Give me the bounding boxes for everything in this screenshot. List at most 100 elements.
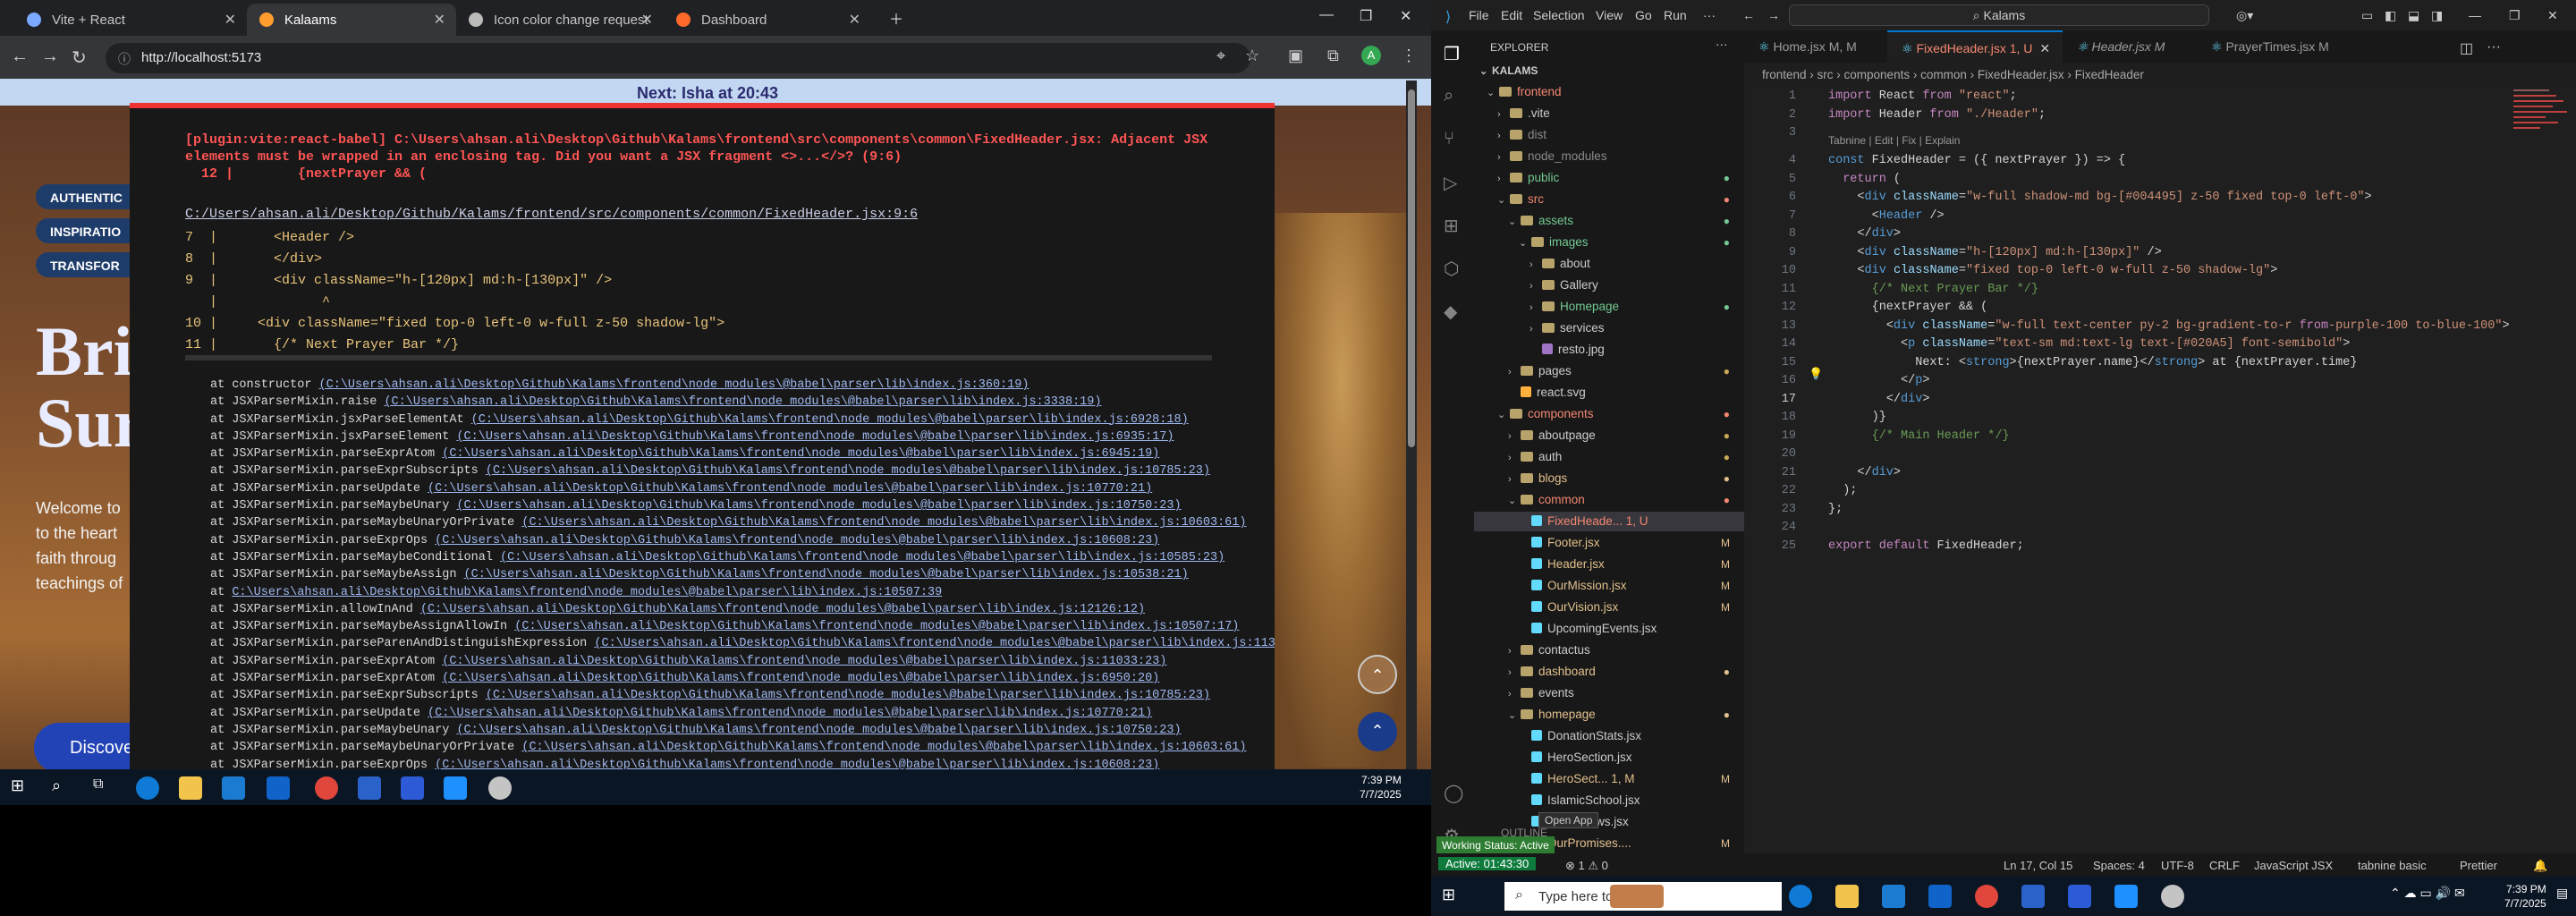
- app-icon[interactable]: [2021, 885, 2045, 908]
- stack-file-link[interactable]: (C:\Users\ahsan.ali\Desktop\Github\Kalam…: [428, 482, 1152, 496]
- tree-folder[interactable]: ⌄ common ●: [1474, 490, 1744, 510]
- run-debug-icon[interactable]: ▷: [1444, 172, 1457, 194]
- code-line[interactable]: <div className="fixed top-0 left-0 w-ful…: [1828, 264, 2277, 277]
- scrollbar-thumb[interactable]: [1408, 89, 1415, 447]
- tab-prayertimes[interactable]: ⚛ PrayerTimes.jsx M: [2197, 30, 2358, 63]
- code-line[interactable]: <div className="w-full text-center py-2 …: [1828, 319, 2510, 333]
- zoom-icon[interactable]: [401, 776, 424, 800]
- stack-file-link[interactable]: (C:\Users\ahsan.ali\Desktop\Github\Kalam…: [456, 499, 1181, 513]
- file-explorer-icon[interactable]: [1835, 885, 1859, 908]
- code-line[interactable]: {/* Main Header */}: [1828, 429, 2010, 443]
- stack-file-link[interactable]: (C:\Users\ahsan.ali\Desktop\Github\Kalam…: [456, 724, 1181, 737]
- stack-file-link[interactable]: (C:\Users\ahsan.ali\Desktop\Github\Kalam…: [521, 741, 1246, 754]
- code-line[interactable]: </p>: [1828, 374, 1929, 387]
- working-status-badge[interactable]: Working Status: Active: [1436, 836, 1555, 854]
- tree-folder[interactable]: › auth ●: [1474, 447, 1744, 467]
- tree-file[interactable]: OurVision.jsx M: [1474, 598, 1744, 617]
- active-timer[interactable]: Active: 01:43:30: [1438, 857, 1537, 870]
- toggle-panel-icon[interactable]: ⬓: [2408, 8, 2419, 23]
- location-icon[interactable]: ⌖: [1216, 47, 1225, 65]
- stack-file-link[interactable]: (C:\Users\ahsan.ali\Desktop\Github\Kalam…: [486, 689, 1210, 702]
- code-line[interactable]: {nextPrayer && (: [1828, 301, 1988, 314]
- bookmark-star-icon[interactable]: ☆: [1245, 47, 1259, 65]
- notification-center-icon[interactable]: ▤: [2556, 886, 2576, 909]
- tree-folder[interactable]: › Homepage ●: [1474, 297, 1744, 317]
- stack-file-link[interactable]: (C:\Users\ahsan.ali\Desktop\Github\Kalam…: [594, 637, 1275, 650]
- tree-folder[interactable]: ⌄ images ●: [1474, 233, 1744, 252]
- system-tray-icons[interactable]: ⌃ ☁ ▭ 🔊 ✉: [2390, 886, 2515, 909]
- tree-folder[interactable]: › dist: [1474, 125, 1744, 145]
- browser-tab-icon-color[interactable]: Icon color change request ✕: [456, 4, 664, 36]
- browser-tab-vite[interactable]: Vite + React ✕: [14, 4, 247, 36]
- tabnine-status[interactable]: tabnine basic: [2358, 859, 2427, 872]
- vscode-taskbar-icon[interactable]: [444, 776, 467, 800]
- tree-file[interactable]: Header.jsx M: [1474, 555, 1744, 574]
- stack-file-link[interactable]: (C:\Users\ahsan.ali\Desktop\Github\Kalam…: [442, 447, 1159, 461]
- menu-selection[interactable]: Selection: [1533, 8, 1585, 22]
- tree-folder[interactable]: ⌄ homepage ●: [1474, 705, 1744, 725]
- line-endings[interactable]: CRLF: [2209, 859, 2240, 872]
- error-file-link[interactable]: C:/Users/ahsan.ali/Desktop/Github/Kalams…: [185, 207, 918, 222]
- news-widget-icon[interactable]: [1610, 885, 1664, 908]
- tab-fixedheader[interactable]: ⚛ FixedHeader.jsx 1, U ✕: [1887, 30, 2063, 63]
- chrome-icon[interactable]: [315, 776, 338, 800]
- tree-file[interactable]: HeroSection.jsx: [1474, 748, 1744, 768]
- tree-folder[interactable]: › events: [1474, 683, 1744, 703]
- stack-file-link[interactable]: (C:\Users\ahsan.ali\Desktop\Github\Kalam…: [471, 413, 1189, 427]
- mail-icon[interactable]: [267, 776, 290, 800]
- app-icon[interactable]: [2161, 885, 2184, 908]
- minimap[interactable]: [2506, 84, 2569, 209]
- notifications-bell-icon[interactable]: 🔔: [2533, 859, 2547, 873]
- tree-folder[interactable]: › blogs ●: [1474, 469, 1744, 488]
- tree-folder[interactable]: › dashboard ●: [1474, 662, 1744, 682]
- search-icon[interactable]: ⌕: [52, 776, 75, 800]
- minimize-icon[interactable]: —: [1319, 7, 1334, 23]
- tree-folder[interactable]: ⌄ frontend: [1474, 82, 1744, 102]
- tree-folder[interactable]: ⌄ src ●: [1474, 190, 1744, 209]
- address-bar[interactable]: ⓘ http://localhost:5173: [106, 43, 1250, 73]
- code-line[interactable]: <div className="h-[120px] md:h-[130px]" …: [1828, 246, 2161, 259]
- tree-folder[interactable]: ⌄ components ●: [1474, 404, 1744, 424]
- app-icon[interactable]: [488, 776, 512, 800]
- code-line[interactable]: );: [1828, 484, 1857, 497]
- explorer-icon[interactable]: ❐: [1444, 43, 1460, 65]
- code-line[interactable]: {/* Next Prayer Bar */}: [1828, 283, 2038, 296]
- code-editor[interactable]: 1 2 3 4 5 6 7 8 9 10 11 12 13 14 15 16 17 18 19 20 21 22 23 24 2…: [1744, 84, 2576, 853]
- tab-home[interactable]: ⚛ Home.jsx M, M: [1744, 30, 1887, 63]
- extensions-puzzle-icon[interactable]: ⧉: [1327, 47, 1339, 65]
- code-line[interactable]: import React from "react";: [1828, 89, 2017, 103]
- breadcrumb[interactable]: frontend › src › components › common › F…: [1762, 68, 2144, 81]
- codelens[interactable]: Tabnine | Edit | Fix | Explain: [1828, 134, 1960, 147]
- tree-folder[interactable]: › public ●: [1474, 168, 1744, 188]
- taskbar-clock[interactable]: 7:39 PM 7/7/2025: [2504, 882, 2546, 911]
- file-explorer-icon[interactable]: [179, 776, 202, 800]
- page-scrollbar[interactable]: [1406, 81, 1417, 769]
- tab-header[interactable]: ⚛ Header.jsx M: [2063, 30, 2197, 63]
- edge-icon[interactable]: [136, 776, 159, 800]
- stack-file-link[interactable]: (C:\Users\ahsan.ali\Desktop\Github\Kalam…: [514, 620, 1239, 633]
- close-tab-icon[interactable]: ✕: [2039, 41, 2050, 55]
- code-line[interactable]: )}: [1828, 411, 1886, 424]
- source-control-icon[interactable]: ⑂: [1444, 129, 1454, 149]
- stack-file-link[interactable]: (C:\Users\ahsan.ali\Desktop\Github\Kalam…: [435, 759, 1159, 769]
- stack-file-link[interactable]: (C:\Users\ahsan.ali\Desktop\Github\Kalam…: [464, 568, 1189, 581]
- reload-icon[interactable]: ↻: [72, 47, 87, 69]
- menu-view[interactable]: View: [1596, 8, 1623, 22]
- extension-icon[interactable]: ▣: [1288, 47, 1303, 65]
- windows-start-icon[interactable]: ⊞: [1442, 886, 1465, 909]
- windows-start-icon[interactable]: ⊞: [11, 776, 34, 800]
- task-view-icon[interactable]: ⧉: [1726, 885, 1750, 908]
- toggle-sidebar-icon[interactable]: ◧: [2385, 8, 2396, 23]
- code-line[interactable]: <p className="text-sm md:text-lg text-[#…: [1828, 337, 2350, 351]
- mail-icon[interactable]: [1928, 885, 1952, 908]
- new-tab-icon[interactable]: ＋: [889, 7, 903, 29]
- code-frame-scrollbar[interactable]: [185, 355, 1212, 360]
- browser-tab-kalaams[interactable]: Kalaams ✕: [247, 4, 456, 36]
- tree-folder[interactable]: › node_modules: [1474, 147, 1744, 166]
- back-icon[interactable]: ←: [11, 47, 29, 67]
- close-tab-icon[interactable]: ✕: [225, 11, 236, 29]
- tree-folder[interactable]: ⌄ assets ●: [1474, 211, 1744, 231]
- account-icon[interactable]: ◯: [1444, 782, 1463, 804]
- app-icon[interactable]: [358, 776, 381, 800]
- stack-file-link[interactable]: (C:\Users\ahsan.ali\Desktop\Github\Kalam…: [486, 464, 1210, 478]
